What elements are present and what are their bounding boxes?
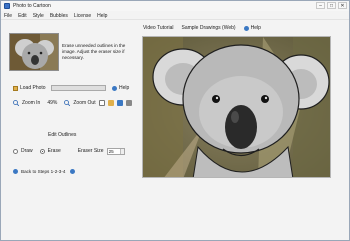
left-panel: Erase unneeded outlines in the image. Ad… <box>1 21 139 241</box>
erase-radio[interactable] <box>39 148 45 154</box>
maximize-button[interactable]: □ <box>327 2 336 9</box>
koala-thumbnail-image <box>10 34 58 70</box>
close-button[interactable]: ✕ <box>338 2 347 9</box>
magnifier-plus-icon[interactable] <box>13 100 20 107</box>
menu-license[interactable]: License <box>71 13 94 19</box>
back-circle-icon <box>13 168 18 174</box>
back-to-steps-label: Back to Steps 1-2-3-4 <box>21 168 66 174</box>
menu-bar: File Edit Style Bubbles License Help <box>1 12 349 20</box>
back-to-steps-link[interactable]: Back to Steps 1-2-3-4 <box>13 167 76 175</box>
help-circle-icon[interactable] <box>70 168 76 174</box>
load-photo-button[interactable]: Load Photo <box>13 84 46 92</box>
menu-help[interactable]: Help <box>94 13 110 19</box>
help-circle-icon <box>243 25 249 31</box>
menu-file[interactable]: File <box>1 13 15 19</box>
folder-open-icon[interactable] <box>107 100 114 106</box>
sample-drawings-link[interactable]: Sample Drawings (Web) <box>181 25 235 31</box>
spin-arrows-icon[interactable] <box>119 148 124 154</box>
cartoon-canvas[interactable] <box>142 36 331 178</box>
zoom-percent: 49% <box>47 100 58 106</box>
folder-icon <box>13 85 18 91</box>
window-title: Photo to Cartoon <box>13 3 51 9</box>
edit-mode-row: Draw Erase Eraser Size 25 <box>13 147 125 155</box>
app-icon <box>4 3 10 9</box>
top-help-link[interactable]: Help <box>243 25 261 31</box>
app-window: Photo to Cartoon – □ ✕ File Edit Style B… <box>0 0 350 241</box>
eraser-size-input[interactable]: 25 <box>106 147 125 155</box>
title-bar: Photo to Cartoon – □ ✕ <box>1 1 349 11</box>
save-icon[interactable] <box>116 100 123 106</box>
zoom-toolbar: Zoom In 49% Zoom Out <box>13 99 132 107</box>
checkbox-icon[interactable] <box>98 100 105 106</box>
menu-edit[interactable]: Edit <box>15 13 30 19</box>
eraser-size-value: 25 <box>108 148 114 154</box>
minimize-button[interactable]: – <box>316 2 325 9</box>
draw-radio[interactable] <box>13 148 18 154</box>
window-controls: – □ ✕ <box>316 2 347 9</box>
zoom-out-button[interactable]: Zoom Out <box>73 100 95 106</box>
draw-label: Draw <box>21 148 33 154</box>
video-tutorial-link[interactable]: Video Tutorial <box>143 25 173 31</box>
cartoon-koala-image <box>143 37 330 177</box>
top-help-label: Help <box>250 25 261 31</box>
progress-bar <box>51 85 106 91</box>
zoom-in-button[interactable]: Zoom In <box>22 100 40 106</box>
help-circle-icon <box>112 85 117 91</box>
edit-outlines-title: Edit Outlines <box>48 132 77 138</box>
top-links: Video Tutorial Sample Drawings (Web) Hel… <box>143 24 261 32</box>
menu-bubbles[interactable]: Bubbles <box>47 13 71 19</box>
magnifier-minus-icon[interactable] <box>64 100 71 107</box>
menu-style[interactable]: Style <box>30 13 47 19</box>
photo-thumbnail <box>9 33 59 71</box>
erase-label: Erase <box>47 148 61 154</box>
eraser-size-label: Eraser Size <box>77 148 104 154</box>
load-photo-label: Load Photo <box>20 85 46 91</box>
help-button[interactable]: Help <box>112 84 129 92</box>
help-label: Help <box>119 85 130 91</box>
instructions-text: Erase unneeded outlines in the image. Ad… <box>62 43 126 60</box>
print-icon[interactable] <box>125 100 132 106</box>
